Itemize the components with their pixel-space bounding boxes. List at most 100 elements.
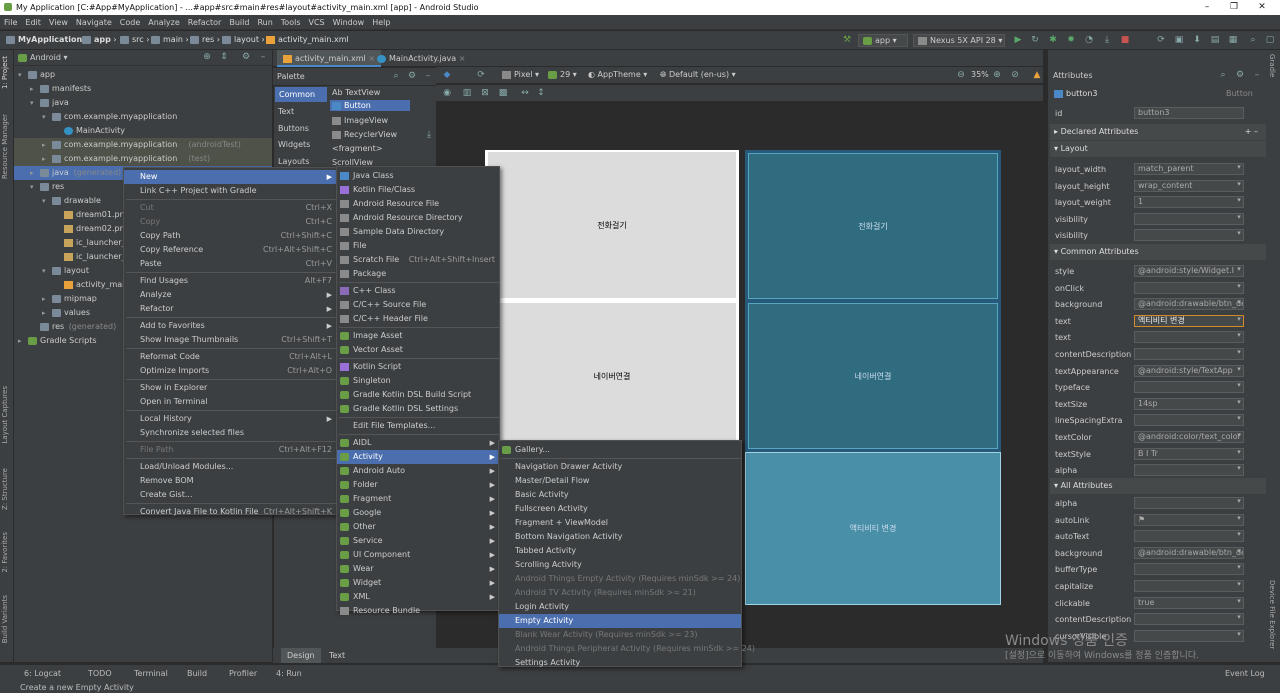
attach-debugger-icon[interactable]: ⤓ bbox=[1102, 35, 1112, 45]
menu-item-add-to-favorites[interactable]: Add to Favorites ▶ bbox=[124, 319, 336, 333]
attr-value-buffertype[interactable] bbox=[1134, 563, 1244, 576]
palette-item-textview[interactable]: Ab TextView bbox=[332, 88, 380, 97]
tree-expand-icon[interactable]: ▾ bbox=[18, 68, 22, 82]
dropdown-arrow-icon[interactable]: ▾ bbox=[1234, 282, 1244, 294]
menu-item-kotlin-script[interactable]: Kotlin Script bbox=[337, 360, 499, 374]
dropdown-arrow-icon[interactable]: ▾ bbox=[1234, 563, 1244, 575]
tree-item-com-example-myapplication[interactable]: ▾ com.example.myapplication bbox=[14, 110, 272, 124]
favorites-tab[interactable]: 2: Favorites bbox=[1, 532, 9, 573]
breadcrumb-res[interactable]: res › bbox=[190, 35, 220, 44]
dropdown-arrow-icon[interactable]: ▾ bbox=[1234, 497, 1244, 509]
zoom-fit-icon[interactable]: ⊘ bbox=[1010, 70, 1020, 80]
attr-value-layout-weight[interactable]: 1 bbox=[1134, 196, 1244, 209]
hide-panel-icon[interactable]: – bbox=[258, 52, 268, 62]
terminal-tab[interactable]: Terminal bbox=[134, 669, 168, 678]
menu-item-copy-reference[interactable]: Copy Reference Ctrl+Alt+Shift+C bbox=[124, 243, 336, 257]
breadcrumb-src[interactable]: src › bbox=[120, 35, 149, 44]
menu-item-folder[interactable]: Folder ▶ bbox=[337, 478, 499, 492]
attr-value-contentdescription[interactable] bbox=[1134, 348, 1244, 360]
dropdown-arrow-icon[interactable]: ▾ bbox=[1234, 265, 1244, 277]
breadcrumb-app[interactable]: app › bbox=[82, 35, 117, 44]
menu-item-analyze[interactable]: Analyze ▶ bbox=[124, 288, 336, 302]
attr-value-alpha[interactable] bbox=[1134, 464, 1244, 477]
collapse-all-icon[interactable]: ⇕ bbox=[219, 52, 229, 62]
menu-item-package[interactable]: Package bbox=[337, 267, 499, 281]
resource-manager-tab[interactable]: Resource Manager bbox=[1, 114, 9, 179]
menu-item-optimize-imports[interactable]: Optimize Imports Ctrl+Alt+O bbox=[124, 364, 336, 378]
menu-item-paste[interactable]: Paste Ctrl+V bbox=[124, 257, 336, 271]
tree-expand-icon[interactable]: ▾ bbox=[30, 180, 34, 194]
attr-value-linespacingextra[interactable] bbox=[1134, 414, 1244, 427]
dropdown-arrow-icon[interactable]: ▾ bbox=[1234, 348, 1244, 360]
dropdown-arrow-icon[interactable]: ▾ bbox=[1234, 365, 1244, 377]
dropdown-arrow-icon[interactable]: ▾ bbox=[1234, 530, 1244, 542]
menu-item-sample-data-directory[interactable]: Sample Data Directory bbox=[337, 225, 499, 239]
gear-icon[interactable]: ⚙ bbox=[407, 71, 417, 81]
attr-value-visibility[interactable] bbox=[1134, 229, 1244, 242]
device-file-explorer-tab[interactable]: Device File Explorer bbox=[1268, 580, 1276, 649]
dropdown-arrow-icon[interactable]: ▾ bbox=[1234, 298, 1244, 310]
menu-run[interactable]: Run bbox=[253, 15, 276, 30]
maximize-button[interactable]: ❐ bbox=[1227, 2, 1241, 12]
dropdown-arrow-icon[interactable]: ▾ bbox=[1234, 180, 1244, 192]
attr-value-contentdescription[interactable] bbox=[1134, 613, 1244, 626]
menu-item-service[interactable]: Service ▶ bbox=[337, 534, 499, 548]
tree-expand-icon[interactable]: ▾ bbox=[42, 264, 46, 278]
tree-expand-icon[interactable]: ▸ bbox=[42, 138, 46, 152]
project-structure-icon[interactable]: ▤ bbox=[1210, 35, 1220, 45]
attr-value-background[interactable]: @android:drawable/btn_de bbox=[1134, 298, 1244, 311]
dropdown-arrow-icon[interactable]: ▾ bbox=[1234, 613, 1244, 625]
attr-value-text[interactable]: 액티비티 변경 bbox=[1134, 314, 1244, 327]
palette-category-layouts[interactable]: Layouts bbox=[278, 157, 309, 166]
tree-item-java[interactable]: ▾ java bbox=[14, 96, 272, 110]
attr-value-alpha[interactable] bbox=[1134, 497, 1244, 509]
menu-item-singleton[interactable]: Singleton bbox=[337, 374, 499, 388]
warning-icon[interactable]: ▲ bbox=[1032, 70, 1042, 80]
menu-item-link-c-project-with-gradle[interactable]: Link C++ Project with Gradle bbox=[124, 184, 336, 198]
tab-design[interactable]: Design bbox=[281, 648, 321, 663]
attr-value-textcolor[interactable]: @android:color/text_color bbox=[1134, 431, 1244, 443]
dropdown-arrow-icon[interactable]: ▾ bbox=[1234, 514, 1244, 526]
todo-tab[interactable]: TODO bbox=[88, 669, 112, 678]
menu-item-other[interactable]: Other ▶ bbox=[337, 520, 499, 534]
debug-icon[interactable]: ✱ bbox=[1048, 35, 1058, 45]
attr-value-onclick[interactable] bbox=[1134, 281, 1244, 294]
attr-value-autolink[interactable]: ⚑ bbox=[1134, 513, 1244, 526]
minimize-button[interactable]: – bbox=[1200, 2, 1214, 12]
palette-category-common[interactable]: Common bbox=[275, 87, 327, 102]
search-icon[interactable]: ⌕ bbox=[391, 71, 401, 81]
menu-item-show-in-explorer[interactable]: Show in Explorer bbox=[124, 381, 336, 395]
menu-code[interactable]: Code bbox=[116, 15, 144, 30]
menu-item-gallery[interactable]: Gallery... bbox=[499, 443, 741, 457]
dropdown-arrow-icon[interactable]: ▾ bbox=[1234, 597, 1244, 609]
search-icon[interactable]: ⌕ bbox=[1218, 70, 1228, 80]
menu-item-show-image-thumbnails[interactable]: Show Image Thumbnails Ctrl+Shift+T bbox=[124, 333, 336, 347]
menu-item-wear[interactable]: Wear ▶ bbox=[337, 562, 499, 576]
menu-vcs[interactable]: VCS bbox=[305, 15, 329, 30]
tree-item-com-example-myapplication[interactable]: ▸ com.example.myapplication (test) bbox=[14, 152, 272, 166]
menu-item-convert-java-file-to-kotlin-file[interactable]: Convert Java File to Kotlin File Ctrl+Alt… bbox=[124, 505, 336, 519]
locale-picker[interactable]: 🌐︎ Default (en-us) ▾ bbox=[660, 70, 736, 80]
stop-icon[interactable]: ■ bbox=[1120, 35, 1130, 45]
dropdown-arrow-icon[interactable]: ▾ bbox=[1234, 315, 1244, 327]
orientation-icon[interactable]: ⟳ bbox=[476, 70, 486, 80]
menu-item-fragment[interactable]: Fragment ▶ bbox=[337, 492, 499, 506]
sdk-manager-icon[interactable]: ⬇ bbox=[1192, 35, 1202, 45]
menu-item-login-activity[interactable]: Login Activity bbox=[499, 600, 741, 614]
section-all-attributes[interactable]: ▾ All Attributes bbox=[1050, 478, 1266, 494]
menu-item-file[interactable]: File bbox=[337, 239, 499, 253]
tree-item-com-example-myapplication[interactable]: ▸ com.example.myapplication (androidTest) bbox=[14, 138, 272, 152]
hide-panel-icon[interactable]: – bbox=[1252, 70, 1262, 80]
blueprint-button-activity-change[interactable]: 액티비티 변경 bbox=[745, 452, 1001, 605]
clear-constraints-icon[interactable]: ⊠ bbox=[480, 88, 490, 98]
blueprint-button-naver[interactable]: 네이버연결 bbox=[748, 303, 998, 449]
dropdown-arrow-icon[interactable]: ▾ bbox=[1234, 464, 1244, 476]
gear-icon[interactable]: ⚙ bbox=[241, 52, 251, 62]
tab-text[interactable]: Text bbox=[323, 648, 351, 663]
autoconnect-icon[interactable]: ▥ bbox=[462, 88, 472, 98]
tree-item-app[interactable]: ▾ app bbox=[14, 68, 272, 82]
avd-manager-icon[interactable]: ▣ bbox=[1174, 35, 1184, 45]
tree-expand-icon[interactable]: ▾ bbox=[42, 194, 46, 208]
attr-value-style[interactable]: @android:style/Widget.I bbox=[1134, 265, 1244, 277]
menu-edit[interactable]: Edit bbox=[21, 15, 45, 30]
